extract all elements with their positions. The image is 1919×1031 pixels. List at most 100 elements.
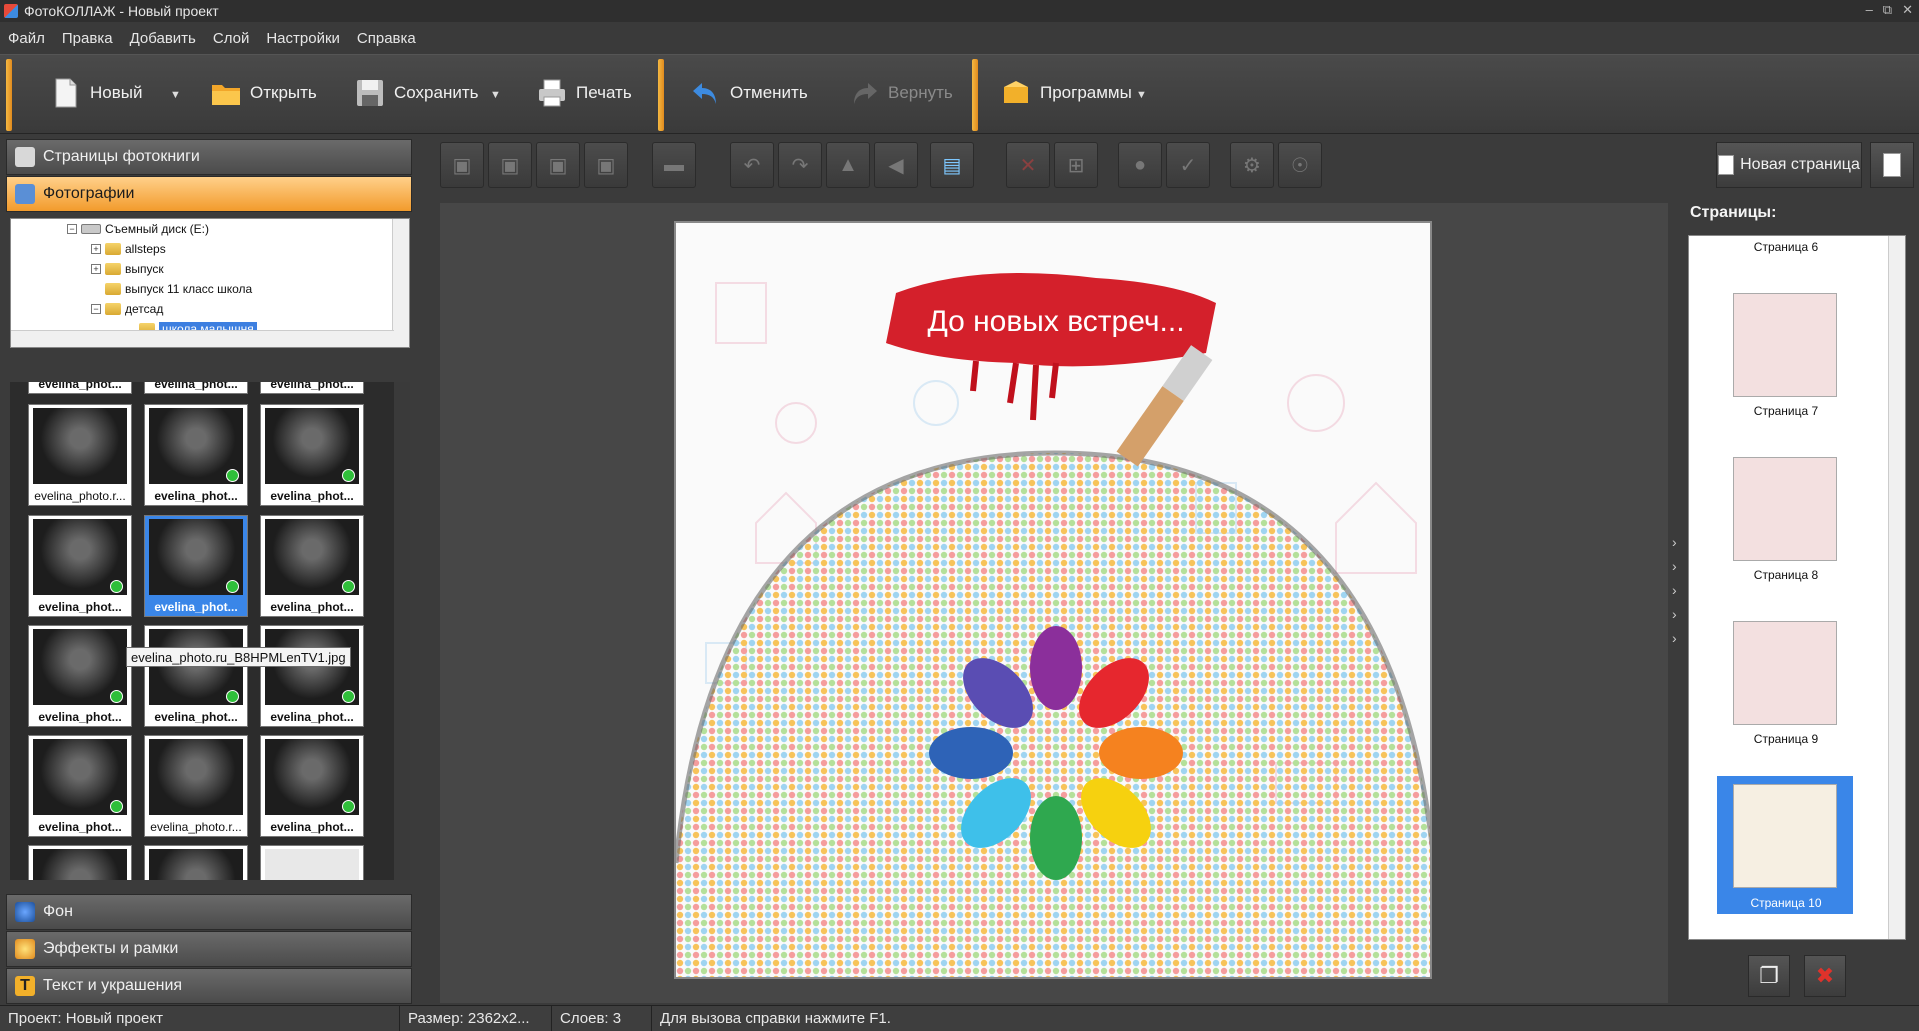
section-background[interactable]: Фон: [6, 894, 412, 930]
collage-page[interactable]: До новых встреч...: [674, 221, 1432, 979]
page-thumbnail[interactable]: [1733, 457, 1837, 561]
menu-add[interactable]: Добавить: [130, 30, 196, 47]
collapse-panel-arrows[interactable]: › › › › ›: [1672, 530, 1677, 650]
bring-forward-icon[interactable]: ▣: [488, 142, 532, 188]
filename-tooltip: evelina_photo.ru_B8HPMLenTV1.jpg: [126, 647, 351, 667]
send-back-icon[interactable]: ▣: [584, 142, 628, 188]
page-thumbnail[interactable]: [1733, 293, 1837, 397]
expand-icon[interactable]: +: [91, 244, 101, 254]
photo-thumbnail[interactable]: evelina_phot...: [260, 515, 364, 617]
redo-button[interactable]: Вернуть: [848, 67, 953, 119]
restore-icon[interactable]: ⧉: [1883, 2, 1892, 18]
menu-layer[interactable]: Слой: [213, 30, 249, 47]
pages-scrollbar[interactable]: [1888, 236, 1905, 939]
page-settings-button[interactable]: [1870, 142, 1914, 188]
section-photobook-pages[interactable]: Страницы фотокниги: [6, 139, 412, 175]
photo-thumbnail[interactable]: evelina_photo.r...: [28, 404, 132, 506]
rotate-right-icon[interactable]: ↷: [778, 142, 822, 188]
flip-horizontal-icon[interactable]: ▲: [826, 142, 870, 188]
photo-thumbnail[interactable]: evelina_photo.r...: [144, 735, 248, 837]
flip-vertical-icon[interactable]: ◀: [874, 142, 918, 188]
crop-icon[interactable]: ⊞: [1054, 142, 1098, 188]
brush-icon[interactable]: ✓: [1166, 142, 1210, 188]
tree-node-drive[interactable]: − Съемный диск (E:): [67, 220, 209, 238]
lock-icon[interactable]: ☉: [1278, 142, 1322, 188]
section-effects-frames[interactable]: Эффекты и рамки: [6, 931, 412, 967]
photo-thumbnail[interactable]: evelina_phot...: [28, 625, 132, 727]
collapse-icon[interactable]: −: [67, 224, 77, 234]
print-label: Печать: [576, 83, 632, 102]
tree-vertical-scrollbar[interactable]: [392, 219, 409, 347]
effects-apple-icon[interactable]: ●: [1118, 142, 1162, 188]
delete-page-icon[interactable]: ✖: [1804, 955, 1846, 997]
new-page-button[interactable]: Новая страница: [1716, 142, 1862, 188]
photo-thumbnail[interactable]: evelina_phot...: [260, 735, 364, 837]
photo-thumbnail[interactable]: evelina_phot...: [144, 625, 248, 727]
photo-thumbnail-selected[interactable]: evelina_phot...: [144, 515, 248, 617]
photo-thumbnail[interactable]: evelina_phot...: [260, 404, 364, 506]
tree-node-folder[interactable]: − детсад: [91, 300, 163, 318]
collapse-icon[interactable]: −: [91, 304, 101, 314]
layout-icon[interactable]: ▤: [930, 142, 974, 188]
tree-label: выпуск 11 класс школа: [125, 282, 253, 296]
tree-node-folder[interactable]: + allsteps: [91, 240, 166, 258]
menu-help[interactable]: Справка: [357, 30, 416, 47]
tree-node-folder[interactable]: + выпуск: [91, 260, 164, 278]
align-icon[interactable]: ▬: [652, 142, 696, 188]
menu-settings[interactable]: Настройки: [266, 30, 340, 47]
photo-thumbnail[interactable]: [144, 845, 248, 880]
photo-thumbnail[interactable]: evelina_phot...: [144, 382, 248, 394]
delete-icon[interactable]: ✕: [1006, 142, 1050, 188]
programs-dropdown-icon[interactable]: ▼: [1136, 89, 1147, 101]
toolbar-separator: [972, 59, 978, 131]
tree-label: allsteps: [125, 242, 166, 256]
bring-front-icon[interactable]: ▣: [440, 142, 484, 188]
tree-node-folder[interactable]: выпуск 11 класс школа: [105, 280, 252, 298]
send-backward-icon[interactable]: ▣: [536, 142, 580, 188]
photo-thumbnail[interactable]: evelina_phot...: [260, 382, 364, 394]
close-icon[interactable]: ✕: [1902, 2, 1913, 18]
toolbar-separator: [658, 59, 664, 131]
rotate-left-icon[interactable]: ↶: [730, 142, 774, 188]
settings-gear-icon[interactable]: ⚙: [1230, 142, 1274, 188]
page-thumbnail[interactable]: [1733, 621, 1837, 725]
photo-thumbnail[interactable]: evelina_phot...: [144, 404, 248, 506]
photo-thumbnail[interactable]: [260, 845, 364, 880]
tree-horizontal-scrollbar[interactable]: [11, 330, 394, 347]
section-text-decorations[interactable]: T Текст и украшения: [6, 968, 412, 1004]
photo-image: [149, 739, 243, 815]
used-check-icon: [342, 690, 355, 703]
expand-icon[interactable]: +: [91, 264, 101, 274]
thumbnails-scrollbar[interactable]: [394, 382, 410, 880]
used-check-icon: [110, 690, 123, 703]
duplicate-page-icon[interactable]: ❐: [1748, 955, 1790, 997]
thumbnail-caption: evelina_photo.r...: [34, 489, 126, 503]
edit-toolbar: ▣ ▣ ▣ ▣ ▬ ↶ ↷ ▲ ◀ ▤ ✕ ⊞ ● ✓ ⚙ ☉: [440, 142, 1686, 188]
thumbnail-caption: evelina_phot...: [154, 489, 238, 503]
thumbnail-caption: evelina_phot...: [154, 600, 238, 614]
photo-image: [265, 849, 359, 880]
menu-edit[interactable]: Правка: [62, 30, 113, 47]
undo-button[interactable]: Отменить: [690, 67, 808, 119]
photo-thumbnail[interactable]: evelina_phot...: [28, 735, 132, 837]
menu-file[interactable]: Файл: [8, 30, 45, 47]
section-photos[interactable]: Фотографии: [6, 176, 412, 212]
programs-button[interactable]: Программы: [1000, 67, 1132, 119]
text-t-icon: T: [15, 976, 35, 996]
page-thumbnail[interactable]: [1733, 784, 1837, 888]
save-button[interactable]: Сохранить: [354, 67, 478, 119]
print-button[interactable]: Печать: [536, 67, 632, 119]
page-label: Страница 8: [1753, 568, 1819, 582]
photo-thumbnail[interactable]: evelina_phot...: [28, 382, 132, 394]
save-dropdown-icon[interactable]: ▼: [490, 89, 501, 101]
new-button[interactable]: Новый: [50, 67, 142, 119]
folder-icon: [105, 263, 121, 275]
programs-label: Программы: [1040, 83, 1132, 102]
photo-thumbnail[interactable]: [28, 845, 132, 880]
open-button[interactable]: Открыть: [210, 67, 317, 119]
new-dropdown-icon[interactable]: ▼: [170, 89, 181, 101]
photo-thumbnail[interactable]: evelina_phot...: [28, 515, 132, 617]
photo-thumbnail[interactable]: evelina_phot...: [260, 625, 364, 727]
minimize-icon[interactable]: –: [1866, 2, 1873, 18]
folder-icon: [105, 243, 121, 255]
